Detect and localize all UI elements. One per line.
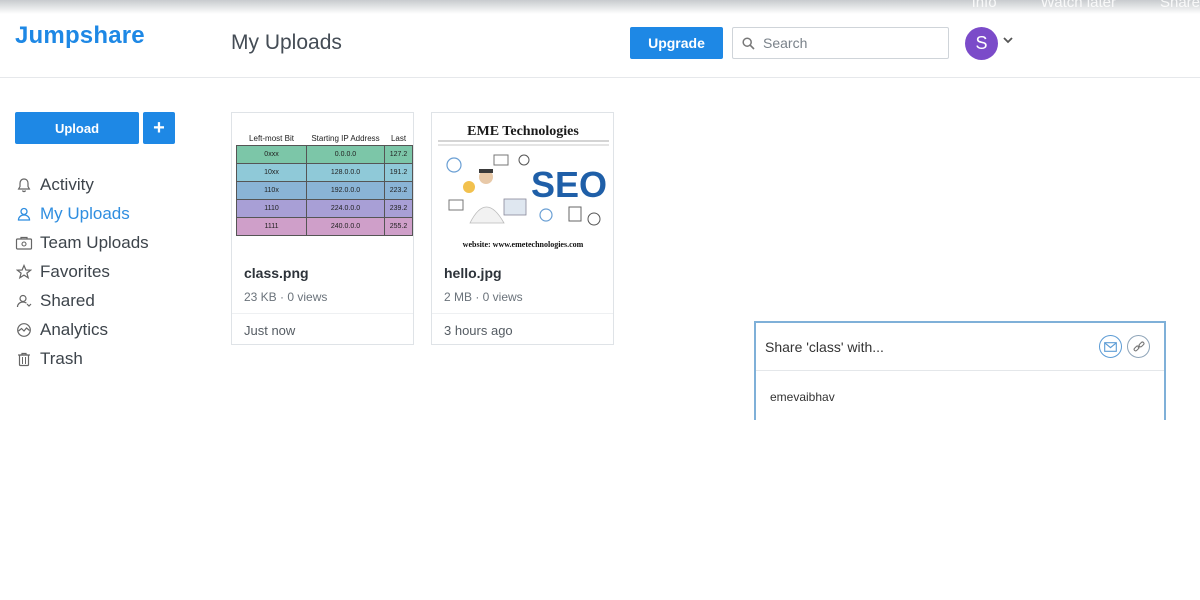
share-header: Share 'class' with...	[756, 323, 1164, 371]
table-cell: 191.2	[384, 162, 413, 182]
sidebar-item-trash[interactable]: Trash	[15, 344, 149, 373]
file-card-hello[interactable]: EME Technologies SEO website: www.emetec…	[431, 112, 614, 345]
file-name[interactable]: hello.jpg	[444, 265, 502, 281]
file-thumbnail[interactable]: EME Technologies SEO website: www.emetec…	[434, 115, 613, 253]
thumb-big-text: SEO	[531, 164, 607, 205]
table-cell: 239.2	[384, 198, 413, 218]
upgrade-button[interactable]: Upgrade	[630, 27, 723, 59]
video-overlay-links: Info Watch later Share	[972, 0, 1200, 11]
analytics-icon	[15, 321, 33, 339]
bell-icon	[15, 176, 33, 194]
team-icon	[15, 234, 33, 252]
table-cell: 0xxx	[236, 144, 307, 164]
sidebar-item-label: Analytics	[40, 319, 109, 339]
sidebar-item-label: Team Uploads	[40, 232, 149, 252]
sidebar-item-label: My Uploads	[40, 203, 130, 223]
thumb-title: EME Technologies	[467, 124, 579, 139]
sidebar-item-label: Favorites	[40, 261, 110, 281]
add-button[interactable]: +	[143, 112, 175, 144]
file-meta: 2 MB · 0 views	[444, 290, 523, 304]
table-cell: 192.0.0.0	[306, 180, 385, 200]
table-cell: 0.0.0.0	[306, 144, 385, 164]
upload-button[interactable]: Upload	[15, 112, 139, 144]
table-cell: 1110	[236, 198, 307, 218]
avatar[interactable]: S	[965, 27, 998, 60]
app-logo[interactable]: Jumpshare	[15, 22, 145, 50]
chevron-down-icon[interactable]	[1003, 36, 1013, 44]
star-icon	[15, 263, 33, 281]
share-recipient[interactable]: emevaibhav	[770, 390, 835, 404]
ip-class-table: Left-most Bit Starting IP Address Last 0…	[236, 123, 413, 236]
divider	[232, 313, 413, 314]
table-row: 1110 224.0.0.0 239.2	[236, 198, 413, 218]
table-header: Left-most Bit	[249, 133, 294, 143]
table-row: 10xx 128.0.0.0 191.2	[236, 162, 413, 182]
sidebar-nav: Activity My Uploads Team Uploads Favorit…	[15, 170, 149, 373]
table-cell: 10xx	[236, 162, 307, 182]
overlay-watch-later-link[interactable]: Watch later	[1041, 0, 1116, 11]
file-name[interactable]: class.png	[244, 265, 309, 281]
sidebar-item-activity[interactable]: Activity	[15, 170, 149, 199]
sidebar-item-label: Trash	[40, 348, 83, 368]
table-cell: 240.0.0.0	[306, 216, 385, 236]
table-cell: 223.2	[384, 180, 413, 200]
sidebar-item-label: Shared	[40, 290, 95, 310]
divider	[432, 313, 613, 314]
table-row: 1111 240.0.0.0 255.2	[236, 216, 413, 236]
page-title: My Uploads	[231, 31, 342, 54]
email-share-icon[interactable]	[1099, 335, 1122, 358]
sidebar-item-my-uploads[interactable]: My Uploads	[15, 199, 149, 228]
table-cell: 110x	[236, 180, 307, 200]
share-title: Share 'class' with...	[765, 338, 884, 355]
sidebar-item-team-uploads[interactable]: Team Uploads	[15, 228, 149, 257]
table-header: Starting IP Address	[311, 133, 380, 143]
search-icon	[742, 36, 755, 50]
link-icon[interactable]	[1127, 335, 1150, 358]
blank-area	[0, 420, 1200, 600]
table-header: Last	[390, 133, 407, 143]
table-cell: 255.2	[384, 216, 413, 236]
share-actions	[1099, 335, 1150, 358]
share-panel: Share 'class' with... emevaibhav	[754, 321, 1166, 420]
sidebar-item-favorites[interactable]: Favorites	[15, 257, 149, 286]
shared-user-icon	[15, 292, 33, 310]
sidebar-item-label: Activity	[40, 174, 94, 194]
search-box[interactable]	[732, 27, 949, 59]
file-card-class[interactable]: Left-most Bit Starting IP Address Last 0…	[231, 112, 414, 345]
seo-image: EME Technologies SEO website: www.emetec…	[434, 115, 613, 253]
thumb-footer: website: www.emetechnologies.com	[463, 240, 584, 249]
table-cell: 127.2	[384, 144, 413, 164]
file-thumbnail[interactable]: Left-most Bit Starting IP Address Last 0…	[234, 115, 413, 253]
table-cell: 128.0.0.0	[306, 162, 385, 182]
table-cell: 224.0.0.0	[306, 198, 385, 218]
file-time: Just now	[244, 323, 296, 338]
table-row: 110x 192.0.0.0 223.2	[236, 180, 413, 200]
trash-icon	[15, 350, 33, 368]
file-time: 3 hours ago	[444, 323, 513, 338]
overlay-info-link[interactable]: Info	[972, 0, 997, 11]
table-row: 0xxx 0.0.0.0 127.2	[236, 144, 413, 164]
overlay-share-link[interactable]: Share	[1160, 0, 1200, 11]
sidebar-item-shared[interactable]: Shared	[15, 286, 149, 315]
app-window: Jumpshare My Uploads Upgrade S Upload + …	[0, 0, 1200, 420]
search-input[interactable]	[763, 35, 933, 51]
sidebar-item-analytics[interactable]: Analytics	[15, 315, 149, 344]
table-cell: 1111	[236, 216, 307, 236]
file-meta: 23 KB · 0 views	[244, 290, 328, 304]
user-icon	[15, 205, 33, 223]
